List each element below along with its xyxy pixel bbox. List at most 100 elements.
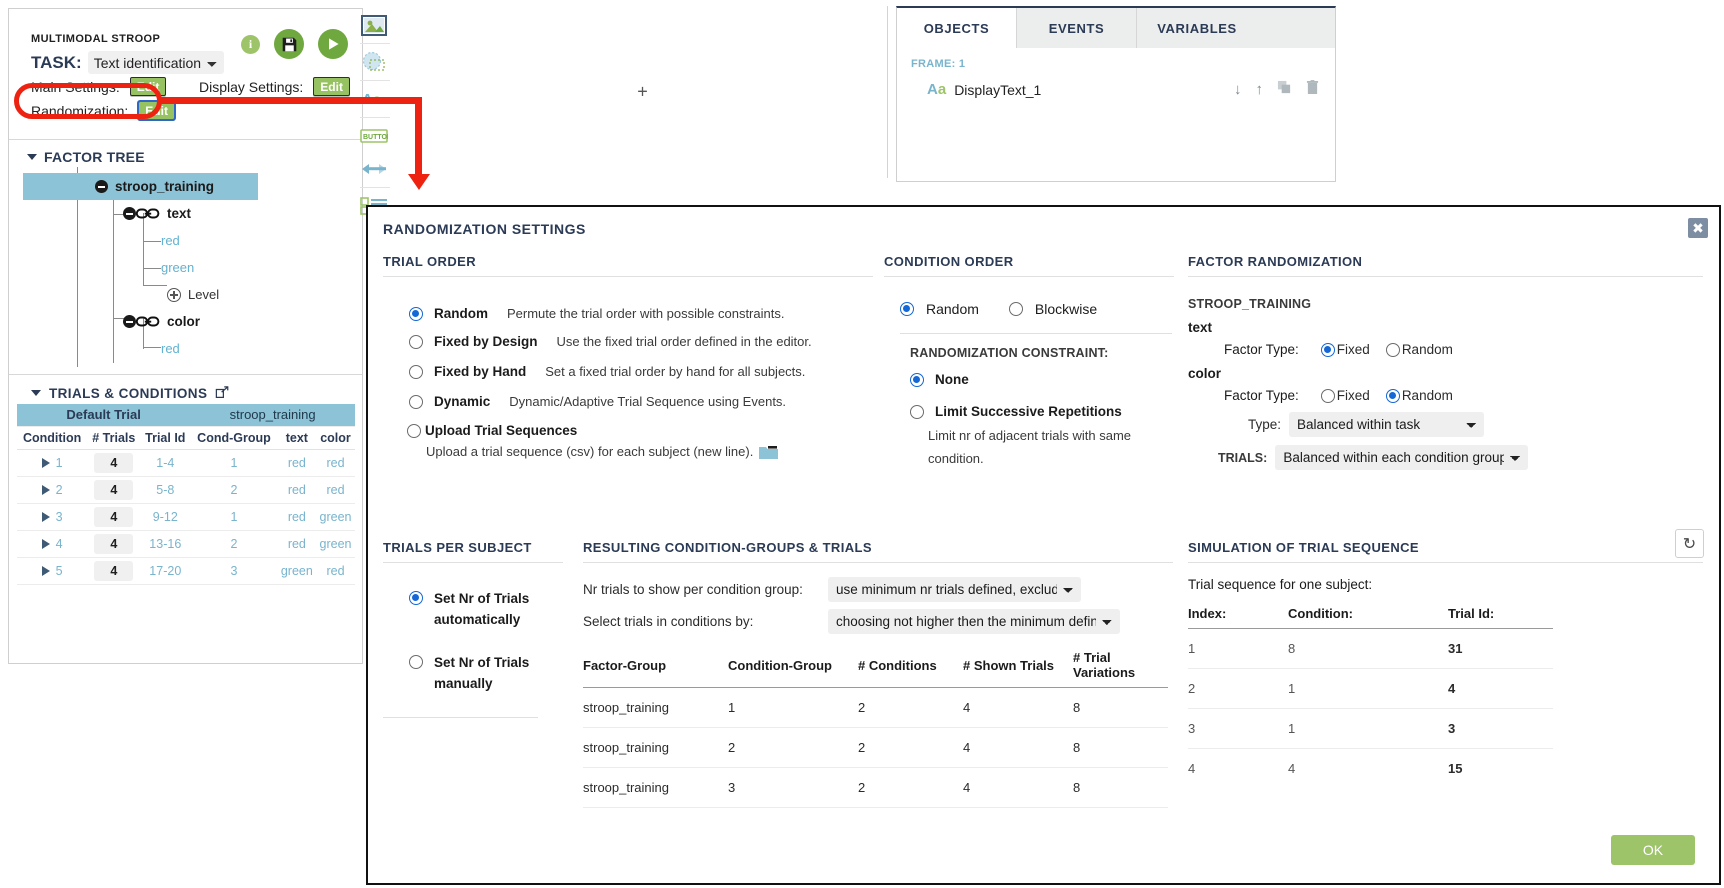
button-object-icon[interactable]: BUTTON — [358, 121, 390, 151]
move-down-icon[interactable]: ↓ — [1234, 81, 1242, 98]
image-object-icon[interactable] — [358, 10, 390, 40]
tree-level-text-green[interactable]: green — [23, 254, 353, 281]
cell-text: red — [277, 530, 316, 558]
radio-icon-condition-random[interactable] — [900, 302, 914, 316]
radio-icon-color-fixed[interactable] — [1320, 388, 1335, 403]
delete-icon[interactable] — [1306, 80, 1319, 99]
table-row[interactable]: 1 4 1-4 1 red red — [17, 449, 355, 477]
select-trials-select[interactable]: choosing not higher then the minimum def… — [828, 609, 1120, 634]
radio-icon[interactable] — [409, 306, 423, 321]
table-row[interactable]: 4 4 13-16 2 red green — [17, 530, 355, 558]
task-select[interactable]: Text identification — [87, 51, 224, 74]
table-row[interactable]: 5 4 17-20 3 green red — [17, 557, 355, 585]
radio-icon[interactable] — [910, 372, 924, 387]
factor-type-select[interactable]: Balanced within task — [1289, 412, 1485, 437]
tree-add-level-text[interactable]: Level — [23, 281, 353, 308]
radio-icon[interactable] — [407, 423, 421, 438]
factor-type-fixed-label: Fixed — [1336, 342, 1370, 357]
display-settings-edit-button[interactable]: Edit — [313, 77, 350, 96]
factor-type-label: Factor Type: — [1224, 342, 1299, 357]
cell-index: 3 — [1188, 708, 1288, 749]
band-factor-group: stroop_training — [190, 404, 355, 427]
plus-icon[interactable] — [167, 287, 181, 302]
radio-icon[interactable] — [409, 654, 423, 669]
folder-icon[interactable] — [759, 445, 779, 459]
expand-row-icon[interactable] — [41, 485, 50, 496]
object-list-item[interactable]: Aa DisplayText_1 ↓ ↑ — [897, 70, 1335, 99]
expand-row-icon[interactable] — [41, 512, 50, 523]
option-label: Fixed by Hand — [434, 364, 527, 379]
duplicate-icon[interactable] — [1277, 80, 1292, 99]
radio-icon-text-random[interactable] — [1385, 342, 1400, 357]
cell-condition: 5 — [17, 557, 88, 585]
tab-variables[interactable]: VARIABLES — [1137, 8, 1257, 48]
trials-balance-select[interactable]: Balanced within each condition group — [1275, 445, 1529, 470]
trial-order-option-fixed-design[interactable]: Fixed by Design Use the fixed trial orde… — [409, 334, 873, 349]
nr-trials-select[interactable]: use minimum nr trials defined, exclude z… — [828, 577, 1081, 602]
object-row-tools: ↓ ↑ — [1234, 80, 1319, 99]
radio-icon-color-random[interactable] — [1385, 388, 1400, 403]
table-row[interactable]: 3 4 9-12 1 red green — [17, 503, 355, 531]
trial-order-option-dynamic[interactable]: Dynamic Dynamic/Adaptive Trial Sequence … — [409, 394, 873, 409]
trial-order-option-fixed-hand[interactable]: Fixed by Hand Set a fixed trial order by… — [409, 364, 873, 379]
cell-num-trials[interactable]: 4 — [87, 530, 141, 558]
info-icon[interactable]: i — [241, 34, 260, 54]
tree-level-text-red[interactable]: red — [23, 227, 353, 254]
radio-icon[interactable] — [409, 591, 423, 605]
radio-icon[interactable] — [409, 394, 423, 409]
cell-trial-id: 1-4 — [140, 449, 191, 477]
cell-condition-group: 3 — [728, 767, 858, 808]
input-object-icon[interactable] — [358, 154, 390, 184]
trials-per-subject-option-auto[interactable]: Set Nr of Trials automatically — [409, 589, 563, 631]
cell-num-trials[interactable]: 4 — [87, 476, 141, 504]
radio-icon[interactable] — [409, 334, 423, 349]
factor-type-fixed-label: Fixed — [1336, 388, 1370, 403]
radio-icon[interactable] — [910, 404, 924, 419]
collapse-icon[interactable] — [123, 207, 136, 220]
constraint-option-none[interactable]: None — [910, 372, 1174, 387]
col-trial-id: Trial Id: — [1448, 602, 1553, 629]
factor-type-random-label: Random — [1401, 342, 1453, 357]
constraint-description: Limit nr of adjacent trials with same co… — [928, 428, 1132, 466]
radio-icon-condition-blockwise[interactable] — [1008, 302, 1023, 316]
constraint-option-limit[interactable]: Limit Successive Repetitions — [910, 404, 1174, 419]
main-settings-edit-button[interactable]: Edit — [129, 77, 167, 96]
close-icon[interactable]: ✖ — [1688, 218, 1708, 238]
collapse-icon[interactable] — [95, 180, 108, 193]
cell-num-trials[interactable]: 4 — [87, 557, 141, 585]
tab-objects[interactable]: OBJECTS — [897, 8, 1017, 48]
radio-icon[interactable] — [409, 364, 423, 379]
tree-node-label: stroop_training — [115, 179, 215, 194]
tree-node-factor-color[interactable]: color — [23, 308, 353, 335]
run-icon[interactable] — [318, 29, 348, 59]
trials-per-subject-option-manual[interactable]: Set Nr of Trials manually — [409, 653, 563, 695]
trial-order-option-upload[interactable]: Upload Trial Sequences — [407, 423, 873, 438]
task-label: TASK: — [31, 52, 82, 72]
refresh-simulation-button[interactable]: ↻ — [1675, 529, 1704, 558]
tab-events[interactable]: EVENTS — [1017, 8, 1137, 48]
expand-row-icon[interactable] — [41, 566, 50, 577]
save-icon[interactable] — [274, 29, 304, 59]
col-condition: Condition: — [1288, 602, 1448, 629]
open-external-icon[interactable] — [215, 386, 230, 400]
objects-panel: OBJECTS EVENTS VARIABLES FRAME: 1 Aa Dis… — [896, 6, 1336, 182]
option-label: Limit Successive Repetitions — [935, 404, 1122, 419]
shape-object-icon[interactable] — [358, 47, 390, 77]
table-row[interactable]: 2 4 5-8 2 red red — [17, 476, 355, 504]
collapse-icon[interactable] — [123, 315, 136, 328]
stimulus-canvas[interactable]: + — [398, 6, 888, 178]
cell-index: 2 — [1188, 668, 1288, 709]
ok-button[interactable]: OK — [1611, 835, 1695, 865]
tree-node-factor-text[interactable]: text — [23, 200, 353, 227]
tree-node-root[interactable]: stroop_training — [23, 173, 258, 200]
radio-icon-text-fixed[interactable] — [1320, 342, 1335, 357]
expand-row-icon[interactable] — [41, 458, 50, 469]
tree-level-color-red[interactable]: red — [23, 335, 353, 362]
cell-num-trials[interactable]: 4 — [87, 503, 141, 531]
factor-tree-title[interactable]: FACTOR TREE — [27, 149, 145, 165]
move-up-icon[interactable]: ↑ — [1256, 81, 1264, 98]
trial-order-option-random[interactable]: Random Permute the trial order with poss… — [409, 306, 873, 321]
cell-num-trials[interactable]: 4 — [87, 449, 141, 477]
trials-conditions-header[interactable]: TRIALS & CONDITIONS — [17, 382, 355, 404]
expand-row-icon[interactable] — [41, 539, 50, 550]
